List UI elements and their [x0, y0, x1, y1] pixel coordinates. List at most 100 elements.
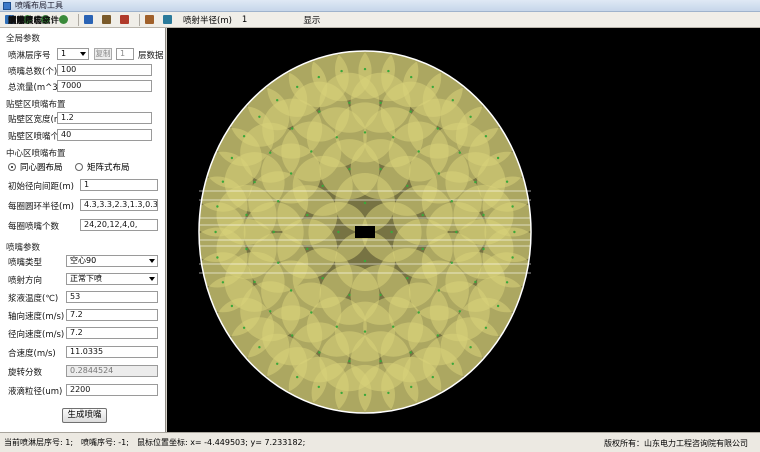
copy-layer-select[interactable]: 1 — [116, 48, 134, 60]
toolbar: 喷淋层信息 放大 适中 缩小 增加喷嘴 调整喷嘴 删除喷嘴 喷嘴信息统计 生成喷… — [0, 12, 760, 28]
adjust-nozzle-button[interactable]: 调整喷嘴 — [8, 13, 118, 27]
nozzle-point — [242, 135, 246, 138]
ring-count-input[interactable]: 24,20,12,4,0, — [80, 219, 158, 231]
generate-nozzle-button[interactable]: 生成喷嘴 — [62, 408, 107, 423]
chevron-down-icon — [80, 52, 86, 56]
nozzle-point — [431, 375, 434, 379]
nozzle-point — [484, 326, 488, 329]
nozzle-point — [321, 184, 324, 188]
nozzle-point — [269, 151, 272, 154]
nozzle-point — [379, 293, 382, 297]
radial-speed-label: 径向速度(m/s) — [8, 330, 65, 340]
add-nozzle-icon — [84, 15, 93, 24]
radial-speed-input[interactable]: 7.2 — [66, 327, 158, 339]
nozzle-point — [340, 391, 343, 395]
nozzle-point — [379, 101, 382, 105]
nozzle-point — [363, 330, 367, 333]
nozzle-point — [296, 375, 299, 379]
nozzle-point — [417, 311, 420, 314]
status-bar: 当前喷淋层序号: 1; 喷嘴序号: -1; 鼠标位置坐标: x= -4.4495… — [0, 432, 760, 452]
nozzle-point — [496, 156, 500, 160]
statistics-button[interactable]: 喷嘴信息统计 — [8, 13, 161, 27]
nozzle-point — [277, 200, 280, 203]
nozzle-layout-drawing[interactable] — [167, 28, 760, 432]
nozzle-point — [390, 230, 393, 234]
radius-value[interactable]: 1 — [242, 15, 247, 25]
layer-no-select[interactable]: 1 — [57, 48, 89, 60]
axial-speed-input[interactable]: 7.2 — [66, 309, 158, 321]
nozzle-point — [474, 180, 477, 184]
nozzle-point — [272, 230, 275, 234]
nozzle-point — [409, 110, 412, 113]
delete-nozzle-button[interactable]: 删除喷嘴 — [8, 13, 136, 27]
radio-concentric[interactable]: 同心圆布局 — [8, 161, 63, 173]
nozzle-point — [387, 391, 390, 395]
nozzle-point — [318, 351, 321, 354]
copy-button[interactable]: 复制 — [94, 48, 112, 60]
total-speed-input[interactable]: 11.0335 — [66, 346, 158, 358]
nozzle-point — [289, 289, 293, 292]
total-flow-input[interactable]: 7000 — [57, 80, 152, 92]
nozzle-point — [437, 172, 441, 175]
spray-direction-select[interactable]: 正常下喷 — [66, 273, 158, 285]
nozzle-point — [310, 311, 313, 314]
nozzle-point — [258, 115, 261, 119]
radius-label: 喷射半径(m) — [183, 15, 232, 26]
nozzle-point — [436, 334, 439, 337]
global-section-title: 全局参数 — [6, 34, 41, 44]
nozzle-point — [450, 261, 453, 264]
nozzle-point — [253, 280, 256, 284]
nozzle-point — [348, 167, 351, 171]
nozzle-point — [421, 213, 424, 217]
nozzle-point — [216, 205, 219, 208]
nozzle-point — [409, 351, 412, 354]
nozzle-point — [451, 99, 454, 102]
wall-count-input[interactable]: 40 — [57, 129, 152, 141]
nozzle-point — [458, 310, 461, 313]
nozzle-point — [306, 213, 309, 217]
slurry-temp-input[interactable]: 53 — [66, 291, 158, 303]
nozzle-total-input[interactable]: 100 — [57, 64, 152, 76]
nozzle-point — [258, 346, 261, 349]
generate-file-button[interactable]: 生成喷嘴文件 — [8, 13, 179, 27]
ring-radius-input[interactable]: 4.3,3.3,2.3,1.3,0.3000 — [80, 199, 158, 211]
window-title: 喷嘴布局工具 — [15, 1, 63, 10]
nozzle-point — [321, 276, 324, 280]
nozzle-point — [379, 360, 382, 363]
nozzle-point — [348, 360, 351, 363]
radio-matrix[interactable]: 矩阵式布局 — [75, 161, 130, 173]
display-label[interactable]: 显示 — [303, 14, 320, 26]
nozzle-point — [221, 281, 225, 284]
nozzle-point — [306, 247, 309, 251]
slurry-temp-label: 浆液温度(℃) — [8, 294, 59, 304]
nozzle-point — [230, 304, 234, 308]
init-radial-input[interactable]: 1 — [80, 179, 158, 191]
zoom-out-button[interactable]: 缩小 — [8, 13, 75, 27]
droplet-input[interactable]: 2200 — [66, 384, 158, 396]
nozzle-point — [363, 67, 367, 71]
nozzle-point — [417, 150, 420, 153]
nozzle-point — [484, 135, 488, 138]
nozzle-point — [437, 289, 441, 292]
status-copyright: 版权所有：山东电力工程咨询院有限公司 — [604, 439, 748, 448]
nozzle-point — [363, 201, 367, 205]
add-nozzle-button[interactable]: 增加喷嘴 — [8, 13, 100, 27]
wall-width-input[interactable]: 1.2 — [57, 112, 152, 124]
nozzle-point — [436, 127, 439, 130]
parameter-panel: 全局参数 喷淋层序号 1 复制 1 层数据 喷嘴总数(个) 100 总流量(m^… — [0, 28, 166, 432]
axial-speed-label: 轴向速度(m/s) — [8, 312, 65, 322]
spray-direction-label: 喷射方向 — [8, 276, 43, 286]
nozzle-point — [451, 362, 454, 365]
nozzle-point — [511, 205, 514, 208]
nozzle-point — [289, 172, 293, 175]
layout-canvas[interactable] — [167, 28, 760, 432]
nozzle-point — [496, 304, 500, 308]
nozzle-type-select[interactable]: 空心90 — [66, 255, 158, 267]
nozzle-point — [469, 346, 472, 349]
nozzle-point — [450, 200, 453, 203]
nozzle-type-label: 喷嘴类型 — [8, 258, 43, 268]
nozzle-point — [269, 310, 272, 313]
nozzle-point — [340, 69, 343, 73]
nozzle-point — [513, 230, 516, 234]
nozzle-point — [253, 180, 256, 184]
